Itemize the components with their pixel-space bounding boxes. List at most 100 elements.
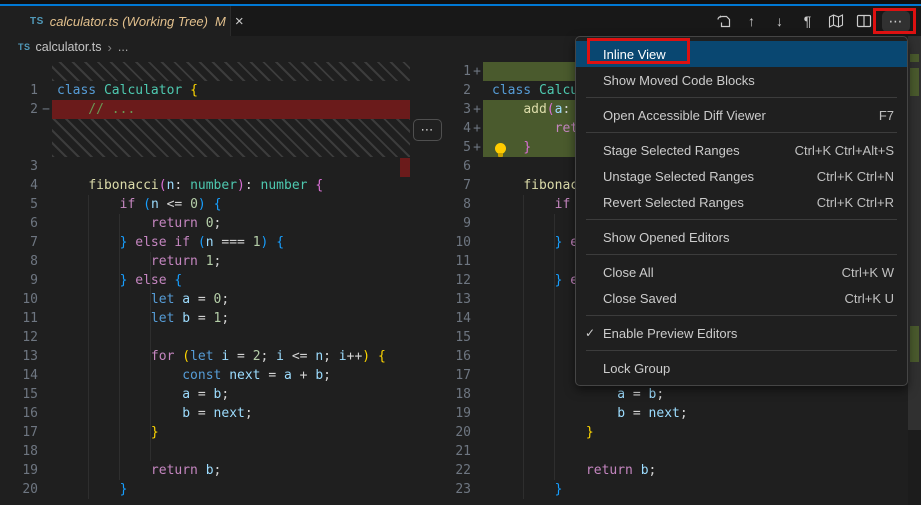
code-line[interactable]: 12 [0,328,443,347]
overview-ruler-added-mark [910,326,919,362]
menu-item-enable-preview-editors[interactable]: ✓Enable Preview Editors [576,320,907,346]
code-line[interactable]: 18 a = b; [443,385,921,404]
code-text: } else { [52,271,410,290]
code-line[interactable]: 14 const next = a + b; [0,366,443,385]
menu-item-lock-group[interactable]: Lock Group [576,355,907,381]
menu-item-show-moved-code-blocks[interactable]: Show Moved Code Blocks [576,67,907,93]
split-editor-icon[interactable] [854,10,873,32]
code-line[interactable]: 5 if (n <= 0) { [0,195,443,214]
code-line[interactable]: 15 a = b; [0,385,443,404]
menu-item-label: Revert Selected Ranges [603,195,817,210]
code-line[interactable]: 20 } [0,480,443,499]
code-text: return 1; [52,252,410,271]
diff-filler-region [0,119,443,157]
menu-item-revert-selected-ranges[interactable]: Revert Selected RangesCtrl+K Ctrl+R [576,189,907,215]
line-number-gutter: 9 [0,271,52,290]
moved-code-icon[interactable] [826,10,845,32]
code-line[interactable]: 4 fibonacci(n: number): number { [0,176,443,195]
code-line[interactable]: 19 b = next; [443,404,921,423]
code-line[interactable]: 16 b = next; [0,404,443,423]
menu-item-unstage-selected-ranges[interactable]: Unstage Selected RangesCtrl+K Ctrl+N [576,163,907,189]
menu-item-close-saved[interactable]: Close SavedCtrl+K U [576,285,907,311]
diff-original-pane[interactable]: 1class Calculator {2− // ... 34 fibonacci… [0,58,443,505]
modified-badge: M [215,14,226,29]
tab-calculator-working-tree[interactable]: TS calculator.ts (Working Tree) M × [0,6,231,36]
line-number-gutter: 6 [0,214,52,233]
code-line[interactable]: 6 return 0; [0,214,443,233]
line-number-gutter: 11 [0,309,52,328]
menu-separator [586,254,897,255]
code-text: return b; [483,461,908,480]
discard-icon[interactable] [714,10,733,32]
line-number-gutter: 2− [0,100,52,119]
code-line[interactable]: 2− // ... [0,100,443,119]
code-line[interactable]: 8 return 1; [0,252,443,271]
code-text: return 0; [52,214,410,233]
menu-separator [586,97,897,98]
menu-item-show-opened-editors[interactable]: Show Opened Editors [576,224,907,250]
code-line[interactable]: 1class Calculator { [0,81,443,100]
vscode-window: TS calculator.ts (Working Tree) M × ↑ ↓ … [0,0,921,505]
typescript-file-icon: TS [18,42,31,52]
code-line[interactable]: 3 [0,157,443,176]
menu-item-label: Stage Selected Ranges [603,143,795,158]
line-number-gutter: 2 [443,81,483,100]
code-line[interactable]: 9 } else { [0,271,443,290]
code-text: for (let i = 2; i <= n; i++) { [52,347,410,366]
code-line[interactable]: 18 [0,442,443,461]
menu-item-close-all[interactable]: Close AllCtrl+K W [576,259,907,285]
code-text [52,157,410,176]
code-text: a = b; [52,385,410,404]
line-number-gutter: 16 [443,347,483,366]
code-text: let b = 1; [52,309,410,328]
chevron-right-icon: › [108,40,112,55]
code-line[interactable]: 22 return b; [443,461,921,480]
line-number-gutter: 1 [0,81,52,100]
code-line[interactable]: 20 } [443,423,921,442]
line-number-gutter: 9 [443,214,483,233]
code-line[interactable]: 10 let a = 0; [0,290,443,309]
code-text: let a = 0; [52,290,410,309]
menu-item-open-accessible-diff-viewer[interactable]: Open Accessible Diff ViewerF7 [576,102,907,128]
code-line[interactable]: 7 } else if (n === 1) { [0,233,443,252]
menu-item-label: Unstage Selected Ranges [603,169,817,184]
line-number-gutter: 7 [0,233,52,252]
code-text: const next = a + b; [52,366,410,385]
line-number-gutter: 5+ [443,138,483,157]
menu-item-stage-selected-ranges[interactable]: Stage Selected RangesCtrl+K Ctrl+Alt+S [576,137,907,163]
menu-item-label: Show Opened Editors [603,230,894,245]
indent-guide [88,195,89,499]
overview-ruler-added-mark [910,68,919,96]
line-number-gutter: 10 [0,290,52,309]
inline-more-actions-button[interactable]: ⋯ [413,119,442,141]
menu-item-shortcut: Ctrl+K Ctrl+Alt+S [795,143,894,158]
code-line[interactable]: 23 } [443,480,921,499]
line-number-gutter: 11 [443,252,483,271]
pilcrow-icon[interactable]: ¶ [798,10,817,32]
code-line[interactable]: 11 let b = 1; [0,309,443,328]
code-text: b = next; [483,404,908,423]
code-line[interactable]: 21 [443,442,921,461]
code-text: a = b; [483,385,908,404]
breadcrumb-symbol[interactable]: ... [118,40,128,54]
menu-item-label: Close All [603,265,842,280]
overview-ruler-removed-mark [400,158,410,177]
line-number-gutter: 13 [443,290,483,309]
overview-ruler-added-mark [910,54,919,62]
menu-separator [586,219,897,220]
previous-change-icon[interactable]: ↑ [742,10,761,32]
menu-separator [586,315,897,316]
code-line[interactable]: 19 return b; [0,461,443,480]
line-number-gutter: 12 [0,328,52,347]
overview-ruler[interactable] [908,36,921,505]
code-text: if (n <= 0) { [52,195,410,214]
code-text: } [52,423,410,442]
line-number-gutter: 12 [443,271,483,290]
next-change-icon[interactable]: ↓ [770,10,789,32]
lightbulb-icon[interactable] [495,143,506,154]
indent-guide [150,252,151,461]
breadcrumb-file[interactable]: calculator.ts [36,40,102,54]
code-line[interactable]: 13 for (let i = 2; i <= n; i++) { [0,347,443,366]
code-line[interactable]: 17 } [0,423,443,442]
close-tab-icon[interactable]: × [235,14,244,29]
